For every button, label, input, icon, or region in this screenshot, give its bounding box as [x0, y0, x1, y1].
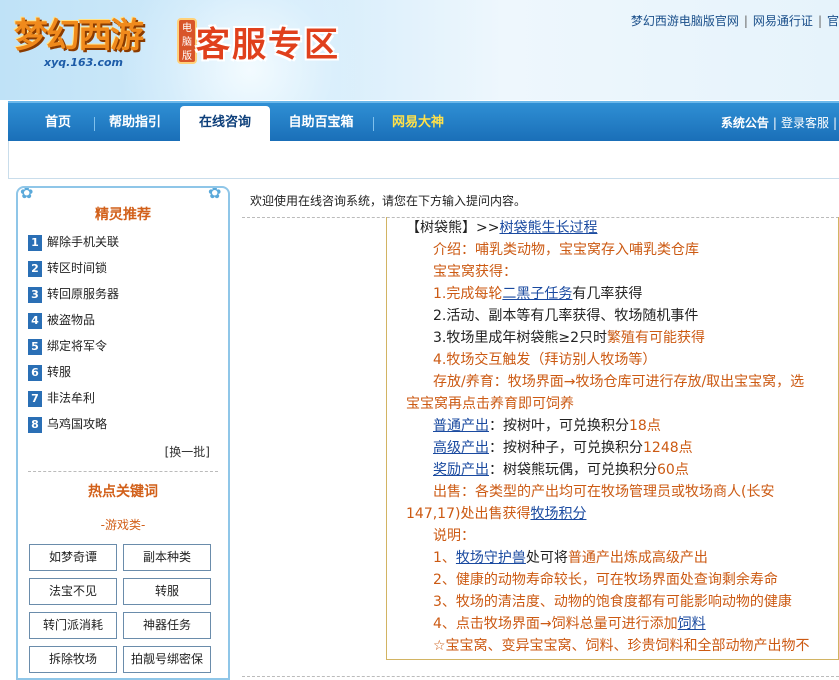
- answer-line: 宝宝窝获得：: [433, 264, 517, 280]
- answer-line: 出售：各类型的产出均可在牧场管理员或牧场商人(长安: [433, 484, 775, 500]
- recommend-item[interactable]: 7 非法牟利: [28, 389, 95, 407]
- official-site-link[interactable]: 梦幻西游电脑版官网: [631, 14, 739, 28]
- link-separator: |: [817, 14, 822, 28]
- link-separator: |: [743, 14, 748, 28]
- chat-area: 欢迎使用在线咨询系统，请您在下方输入提问内容。 【树袋熊】>>树袋熊生长过程 介…: [240, 180, 839, 680]
- answer-line: 普通产出：按树叶，可兑换积分18点: [433, 418, 661, 434]
- keyword-category: -游戏类-: [100, 518, 146, 532]
- erheizi-quest-link[interactable]: 二黑子任务: [502, 286, 572, 302]
- reward-output-link[interactable]: 奖励产出: [433, 462, 489, 478]
- feed-link[interactable]: 饲料: [678, 616, 706, 632]
- tab-online-consult[interactable]: 在线咨询: [180, 106, 270, 143]
- answer-line: 4.牧场交互触发（拜访别人牧场等）: [433, 352, 657, 368]
- nav-divider: [373, 117, 374, 131]
- answer-line: 2.活动、副本等有几率获得、牧场随机事件: [433, 308, 699, 324]
- keyword-button[interactable]: 转服: [123, 578, 211, 605]
- main-nav: 首页 帮助指引 在线咨询 自助百宝箱 网易大神 系统公告 | 登录客服 |: [8, 101, 839, 143]
- refresh-batch-link[interactable]: [换一批]: [165, 443, 210, 460]
- welcome-message: 欢迎使用在线咨询系统，请您在下方输入提问内容。: [250, 194, 527, 208]
- ranch-guardian-link[interactable]: 牧场守护兽: [456, 550, 526, 566]
- keyword-button[interactable]: 拍靓号绑密保: [123, 646, 211, 673]
- answer-line: 存放/养育：牧场界面→牧场仓库可进行存放/取出宝宝窝，选: [433, 374, 805, 390]
- nav-right-links: 系统公告 | 登录客服 |: [720, 116, 837, 130]
- logo-url: xyq.163.com: [44, 56, 123, 69]
- answer-line: 1.完成每轮二黑子任务有几率获得: [433, 286, 643, 302]
- game-logo[interactable]: 梦幻西游 xyq.163.com 电脑版: [14, 8, 197, 72]
- section-divider: [28, 471, 218, 472]
- logo-wordmark: 梦幻西游: [14, 16, 144, 56]
- ranch-points-link[interactable]: 牧场积分: [530, 506, 586, 522]
- tab-netease-dashen[interactable]: 网易大神: [379, 103, 457, 143]
- corner-ornament-icon: ✿: [20, 186, 34, 202]
- answer-line: 【树袋熊】>>树袋熊生长过程: [406, 220, 598, 236]
- recommend-item[interactable]: 3 转回原服务器: [28, 285, 119, 303]
- sidebar: ✿ ✿ 精灵推荐 1 解除手机关联 2 转区时间锁 3 转回原服务器 4 被盗物品 5绑…: [16, 186, 230, 680]
- keyword-button[interactable]: 转门派消耗: [29, 612, 117, 639]
- normal-output-link[interactable]: 普通产出: [433, 418, 489, 434]
- answer-line: 高级产出：按树种子，可兑换积分1248点: [433, 440, 693, 456]
- recommend-item[interactable]: 1 解除手机关联: [28, 233, 119, 251]
- keyword-button[interactable]: 法宝不见: [29, 578, 117, 605]
- corner-ornament-icon: ✿: [208, 186, 222, 202]
- growth-process-link[interactable]: 树袋熊生长过程: [499, 220, 597, 236]
- tab-self-service[interactable]: 自助百宝箱: [278, 103, 364, 143]
- page-title: 客服专区: [196, 25, 340, 65]
- answer-line: ☆宝宝窝、变异宝宝窝、饲料、珍贵饲料和全部动物产出物不: [433, 638, 810, 654]
- recommend-item[interactable]: 6 转服: [28, 363, 71, 381]
- answer-line: 3.牧场里成年树袋熊≥2只时繁殖有可能获得: [433, 330, 705, 346]
- answer-line: 1、牧场守护兽处可将普通产出炼成高级产出: [433, 550, 708, 566]
- keyword-button[interactable]: 神器任务: [123, 612, 211, 639]
- site-header: 梦幻西游 xyq.163.com 电脑版 客服专区 梦幻西游电脑版官网 | 网易通行…: [0, 0, 839, 100]
- answer-line: 3、牧场的清洁度、动物的饱食度都有可能影响动物的健康: [433, 594, 792, 610]
- advanced-output-link[interactable]: 高级产出: [433, 440, 489, 456]
- keyword-button[interactable]: 拆除牧场: [29, 646, 117, 673]
- tab-help-guide[interactable]: 帮助指引: [100, 103, 170, 143]
- chat-bottom-divider: [242, 676, 839, 677]
- answer-line: 147,17)处出售获得牧场积分: [406, 506, 587, 522]
- tab-home[interactable]: 首页: [28, 103, 88, 143]
- keyword-button[interactable]: 副本种类: [123, 544, 211, 571]
- sub-toolbar: [8, 141, 839, 179]
- login-service-link[interactable]: 登录客服: [781, 116, 829, 130]
- nav-divider: [94, 117, 95, 131]
- passport-link[interactable]: 网易通行证: [753, 14, 813, 28]
- more-official-link[interactable]: 官: [827, 14, 839, 28]
- answer-line: 奖励产出：树袋熊玩偶，可兑换积分60点: [433, 462, 689, 478]
- hot-keywords-title: 热点关键词: [88, 484, 158, 500]
- logo-badge: 电脑版: [177, 18, 197, 64]
- keyword-button[interactable]: 如梦奇谭: [29, 544, 117, 571]
- answer-line: 宝宝窝再点击养育即可饲养: [406, 396, 574, 412]
- recommend-item[interactable]: 5 绑定将军令: [28, 337, 107, 355]
- recommend-item[interactable]: 2 转区时间锁: [28, 259, 107, 277]
- system-notice-link[interactable]: 系统公告: [721, 116, 769, 130]
- top-links: 梦幻西游电脑版官网 | 网易通行证 | 官: [631, 12, 839, 29]
- sprite-recommend-title: 精灵推荐: [95, 207, 151, 223]
- answer-line: 2、健康的动物寿命较长，可在牧场界面处查询剩余寿命: [433, 572, 778, 588]
- recommend-item[interactable]: 4 被盗物品: [28, 311, 95, 329]
- answer-line: 说明：: [433, 528, 475, 544]
- answer-bubble: 【树袋熊】>>树袋熊生长过程 介绍：哺乳类动物，宝宝窝存入哺乳类仓库 宝宝窝获得…: [386, 217, 839, 660]
- answer-line: 4、点击牧场界面→饲料总量可进行添加饲料: [433, 616, 706, 632]
- recommend-item[interactable]: 8 乌鸡国攻略: [28, 415, 107, 433]
- answer-line: 介绍：哺乳类动物，宝宝窝存入哺乳类仓库: [433, 242, 699, 258]
